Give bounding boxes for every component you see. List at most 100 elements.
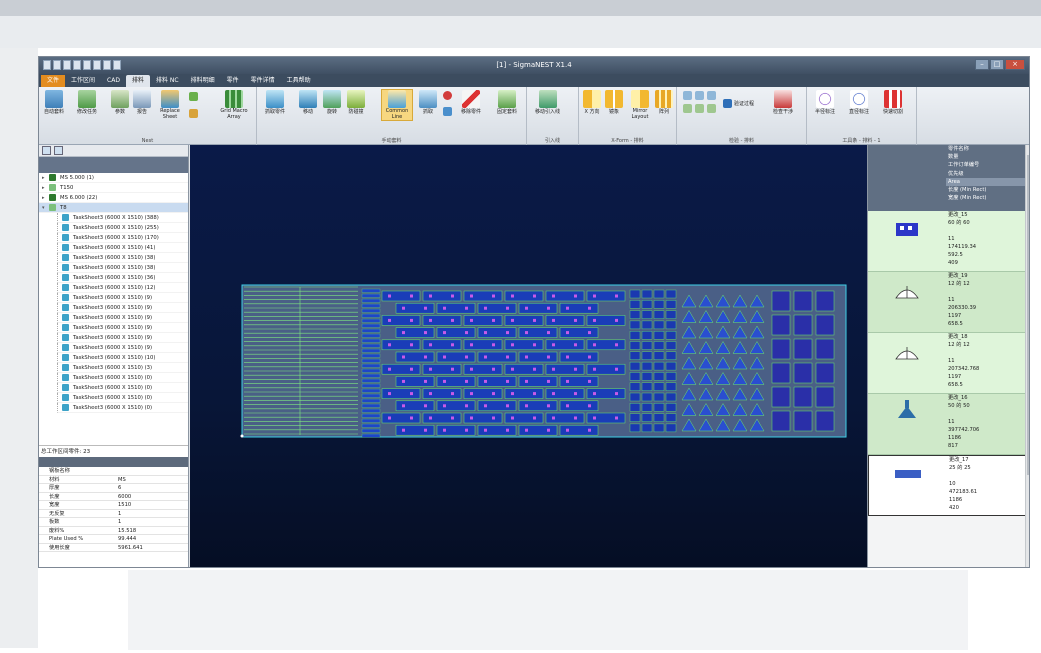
tab-file[interactable]: 文件 [41, 74, 66, 87]
maximize-icon[interactable]: □ [990, 59, 1004, 70]
sheet-icon [62, 384, 69, 391]
tree-sheet-item[interactable]: TaskSheet3 (6000 X 1510) (9) [57, 333, 188, 343]
property-value: 15.518 [118, 527, 137, 534]
part-thumbnail[interactable] [868, 333, 946, 393]
tree-sheet-item[interactable]: TaskSheet3 (6000 X 1510) (41) [57, 243, 188, 253]
filter-icon[interactable] [54, 146, 63, 155]
modify-task-button[interactable]: 修改任务 [77, 90, 97, 115]
minimize-icon[interactable]: – [975, 59, 989, 70]
nest-drawing[interactable] [190, 145, 867, 568]
align-button-3[interactable] [707, 91, 716, 100]
mirror-layout-button[interactable]: Mirror Layout [627, 90, 653, 120]
part-card[interactable]: 更改_15 60 的 60 11 174119.34 592.5 409 [868, 211, 1026, 272]
tab-cad[interactable]: CAD [101, 75, 126, 87]
fix-nest-button[interactable]: 固定套料 [497, 90, 517, 115]
part-card[interactable]: 更改_17 25 的 25 10 472183.61 1186 420 [868, 455, 1026, 516]
close-icon[interactable]: × [1005, 59, 1025, 70]
tab-tools-help[interactable]: 工具帮助 [281, 75, 317, 87]
nested-part [665, 413, 677, 422]
grab-part-button[interactable]: 抓取零件 [265, 90, 285, 115]
nested-part [629, 341, 641, 350]
collapse-icon[interactable]: ▾ [42, 205, 47, 211]
quick-cut-button[interactable]: 快速切割 [883, 90, 903, 115]
part-thumbnail[interactable] [868, 211, 946, 271]
tree-sheet-item[interactable]: TaskSheet3 (6000 X 1510) (9) [57, 293, 188, 303]
tree-sheet-item[interactable]: TaskSheet3 (6000 X 1510) (12) [57, 283, 188, 293]
tree-sheet-item[interactable]: TaskSheet3 (6000 X 1510) (0) [57, 393, 188, 403]
pin-button[interactable] [443, 91, 452, 100]
tab-parts[interactable]: 零件 [221, 75, 245, 87]
tree-sheet-item[interactable]: TaskSheet3 (6000 X 1510) (10) [57, 353, 188, 363]
align-button-5[interactable] [695, 104, 704, 113]
remove-part-button[interactable]: 移除零件 [461, 90, 481, 115]
tree-sheet-item[interactable]: TaskSheet3 (6000 X 1510) (9) [57, 303, 188, 313]
tree-sheet-item[interactable]: TaskSheet3 (6000 X 1510) (0) [57, 403, 188, 413]
part-thumbnail[interactable] [869, 456, 947, 515]
target-button[interactable] [443, 107, 452, 116]
nest-canvas[interactable] [190, 145, 867, 568]
tab-nest[interactable]: 排料 [125, 74, 150, 87]
replace-sheet-button[interactable]: Replace Sheet [155, 90, 185, 120]
tree-sheet-item[interactable]: TaskSheet3 (6000 X 1510) (9) [57, 343, 188, 353]
tree-sheet-item[interactable]: TaskSheet3 (6000 X 1510) (36) [57, 273, 188, 283]
grab-button[interactable]: 抓取 [419, 90, 437, 115]
tab-nest-nc[interactable]: 排料 NC [150, 75, 185, 87]
tab-part-detail[interactable]: 零件详情 [245, 75, 281, 87]
property-value: 6000 [118, 493, 132, 500]
radius-dimension-button[interactable]: 半径标注 [815, 90, 835, 115]
tree-sheet-item[interactable]: TaskSheet3 (6000 X 1510) (9) [57, 323, 188, 333]
report-button[interactable]: 报告 [133, 90, 151, 115]
nested-part [586, 339, 626, 351]
tree-sheet-item[interactable]: TaskSheet3 (6000 X 1510) (9) [57, 313, 188, 323]
diameter-dimension-button[interactable]: 直径标注 [849, 90, 869, 115]
scrollbar-thumb[interactable] [1027, 155, 1029, 475]
tree-group[interactable]: ▸ T150 [39, 183, 188, 193]
tree-sheet-item[interactable]: TaskSheet3 (6000 X 1510) (38) [57, 263, 188, 273]
tree-sheet-item[interactable]: TaskSheet3 (6000 X 1510) (388) [57, 213, 188, 223]
expand-icon[interactable]: ▸ [42, 175, 47, 181]
property-value: 6 [118, 485, 122, 491]
part-thumbnail[interactable] [868, 394, 946, 454]
tab-nest-detail[interactable]: 排料明细 [185, 75, 221, 87]
grid-macro-array-button[interactable]: Grid Macro Array [217, 90, 251, 120]
tree-sheet-item[interactable]: TaskSheet3 (6000 X 1510) (255) [57, 223, 188, 233]
tab-workspace[interactable]: 工作区间 [65, 75, 101, 87]
part-hole [492, 367, 495, 371]
nested-part [641, 403, 653, 412]
align-button-6[interactable] [707, 104, 716, 113]
part-card[interactable]: 更改_16 50 的 50 11 397742.706 1186 817 [868, 394, 1026, 455]
small-tool-button-2[interactable] [189, 109, 198, 118]
tree-sheet-item[interactable]: TaskSheet3 (6000 X 1510) (0) [57, 373, 188, 383]
auto-nest-button[interactable]: 自动套料 [44, 90, 64, 115]
parts-scrollbar[interactable] [1025, 145, 1029, 567]
align-button-4[interactable] [683, 104, 692, 113]
tree-group[interactable]: ▾ T8 [39, 203, 188, 213]
x-direction-button[interactable]: X 方向 [583, 90, 601, 115]
tree-sheet-item[interactable]: TaskSheet3 (6000 X 1510) (0) [57, 383, 188, 393]
align-button[interactable] [683, 91, 692, 100]
part-card[interactable]: 更改_18 12 的 12 11 207342.768 1197 658.5 [868, 333, 1026, 394]
expand-icon[interactable]: ▸ [42, 185, 47, 191]
align-button-2[interactable] [695, 91, 704, 100]
move-button[interactable]: 移动 [299, 90, 317, 115]
common-line-button[interactable]: Common Line [381, 89, 413, 121]
mirror-button[interactable]: 镜象 [605, 90, 623, 115]
small-tool-button[interactable] [189, 92, 198, 101]
tree-sheet-item[interactable]: TaskSheet3 (6000 X 1510) (3) [57, 363, 188, 373]
expand-icon[interactable]: ▸ [42, 195, 47, 201]
tree-group[interactable]: ▸ MS 6.000 (22) [39, 193, 188, 203]
part-thumbnail[interactable] [868, 272, 946, 332]
tree-group[interactable]: ▸ MS 5.000 (1) [39, 173, 188, 183]
sheet-icon[interactable] [42, 146, 51, 155]
part-card[interactable]: 更改_19 12 的 12 11 206330.39 1197 658.5 [868, 272, 1026, 333]
tree-sheet-item[interactable]: TaskSheet3 (6000 X 1510) (170) [57, 233, 188, 243]
check-interference-button[interactable]: 检查干涉 [773, 90, 793, 115]
tree-sheet-item[interactable]: TaskSheet3 (6000 X 1510) (38) [57, 253, 188, 263]
sheet-label: TaskSheet3 (6000 X 1510) (41) [73, 244, 156, 251]
rotate-button[interactable]: 旋转 [323, 90, 341, 115]
anti-collision-button[interactable]: 防碰撞 [347, 90, 365, 115]
move-leadin-button[interactable]: 移动引入线 [535, 90, 560, 115]
array-button[interactable]: 阵列 [655, 90, 673, 115]
verify-process-button[interactable]: 验证过程 [723, 99, 754, 108]
parameters-button[interactable]: 参数 [111, 90, 129, 115]
